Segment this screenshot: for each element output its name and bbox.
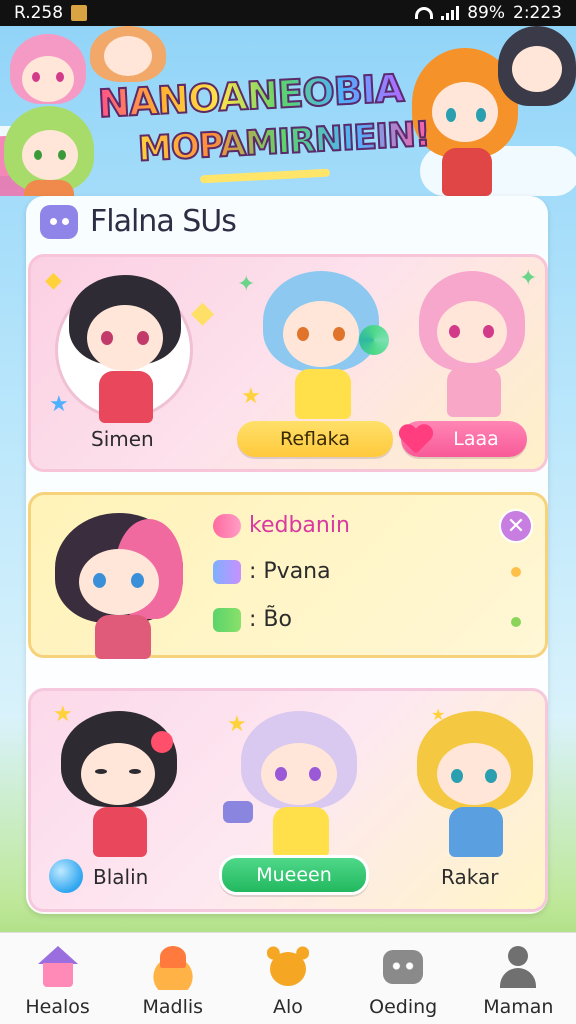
header-banner: NANOANEOBIA MOPAMIRNIEIN! <box>0 26 576 196</box>
signal-icon <box>441 6 460 20</box>
star-icon: ◆ <box>45 267 62 292</box>
heart-icon <box>399 423 433 455</box>
character-panel-1: ◆ ◆ ✦ ✦ ★ ★ Simen Reflaka Laaa <box>28 254 548 472</box>
star-icon: ✦ <box>237 271 256 296</box>
character-simen[interactable] <box>65 275 185 425</box>
select-laaa-button[interactable]: Laaa <box>401 421 527 457</box>
game-controller-icon <box>40 204 78 239</box>
character-green <box>4 106 94 196</box>
character-orange <box>88 26 168 86</box>
character-cat-ears[interactable] <box>55 509 185 659</box>
info-row-text: : B̃o <box>249 607 292 632</box>
nav-label: Oeding <box>369 996 438 1018</box>
character-reflaka[interactable] <box>263 271 389 421</box>
select-reflaka-button[interactable]: Reflaka <box>237 421 393 457</box>
info-row-tag: : Pvana <box>213 559 331 584</box>
main-card: Flalna SUs ◆ ◆ ✦ ✦ ★ ★ Simen Reflaka Laa… <box>26 196 548 914</box>
nav-label: Madlis <box>142 996 204 1018</box>
logo-underline <box>199 168 331 184</box>
character-mueeen[interactable] <box>223 711 365 861</box>
candy-icon <box>213 513 241 538</box>
character-name-label: Blalin <box>93 865 149 889</box>
laaa-label: Laaa <box>453 428 499 450</box>
character-info-panel: ✕ kedbanin : Pvana : B̃o <box>28 492 548 659</box>
battery-text: 89% <box>467 3 505 23</box>
nav-item-oeding[interactable]: Oeding <box>348 946 458 1018</box>
character-name-label: Rakar <box>441 865 499 889</box>
nav-label: Alo <box>273 996 303 1018</box>
nav-item-maman[interactable]: Maman <box>463 946 573 1018</box>
nav-label: Healos <box>25 996 90 1018</box>
home-icon <box>35 946 81 990</box>
logo-title-line-2: MOPAMIRNIEIN! <box>136 113 431 170</box>
bear-icon <box>265 946 311 990</box>
info-row-candy: kedbanin <box>213 513 350 538</box>
bottom-nav: Healos Madlis Alo Oeding Maman <box>0 932 576 1024</box>
status-dot <box>511 567 521 577</box>
wifi-icon <box>415 7 434 19</box>
character-panel-2: ★ ★ ★ Blalin Mueeen Rakar <box>28 688 548 912</box>
status-bar: R.258 89% 2:223 <box>0 0 576 26</box>
character-blalin[interactable] <box>61 711 181 861</box>
info-row-gift: : B̃o <box>213 607 292 632</box>
info-row-text: kedbanin <box>249 513 350 538</box>
close-button[interactable]: ✕ <box>499 509 533 543</box>
card-title: Flalna SUs <box>90 204 237 239</box>
character-laaa[interactable] <box>419 271 529 421</box>
gift-icon <box>213 607 241 632</box>
status-dot <box>511 617 521 627</box>
character-name-label: Simen <box>91 427 154 451</box>
status-text: R.258 <box>14 3 64 23</box>
info-row-text: : Pvana <box>249 559 331 584</box>
select-mueeen-button[interactable]: Mueeen <box>219 855 369 895</box>
nav-item-madlis[interactable]: Madlis <box>118 946 228 1018</box>
star-icon: ◆ <box>191 296 215 329</box>
notification-icon <box>71 5 88 21</box>
character-dark-hair <box>498 26 576 116</box>
food-icon <box>149 946 196 990</box>
nav-label: Maman <box>483 996 554 1018</box>
character-rakar[interactable] <box>417 711 537 861</box>
card-header: Flalna SUs <box>40 204 237 239</box>
nav-item-alo[interactable]: Alo <box>233 946 343 1018</box>
nav-item-healos[interactable]: Healos <box>3 946 113 1018</box>
star-icon: ★ <box>241 383 261 408</box>
user-icon <box>495 946 541 990</box>
tag-icon <box>213 559 241 584</box>
clock: 2:223 <box>513 3 562 23</box>
bubble-icon <box>49 859 83 893</box>
cat-icon <box>380 946 426 990</box>
